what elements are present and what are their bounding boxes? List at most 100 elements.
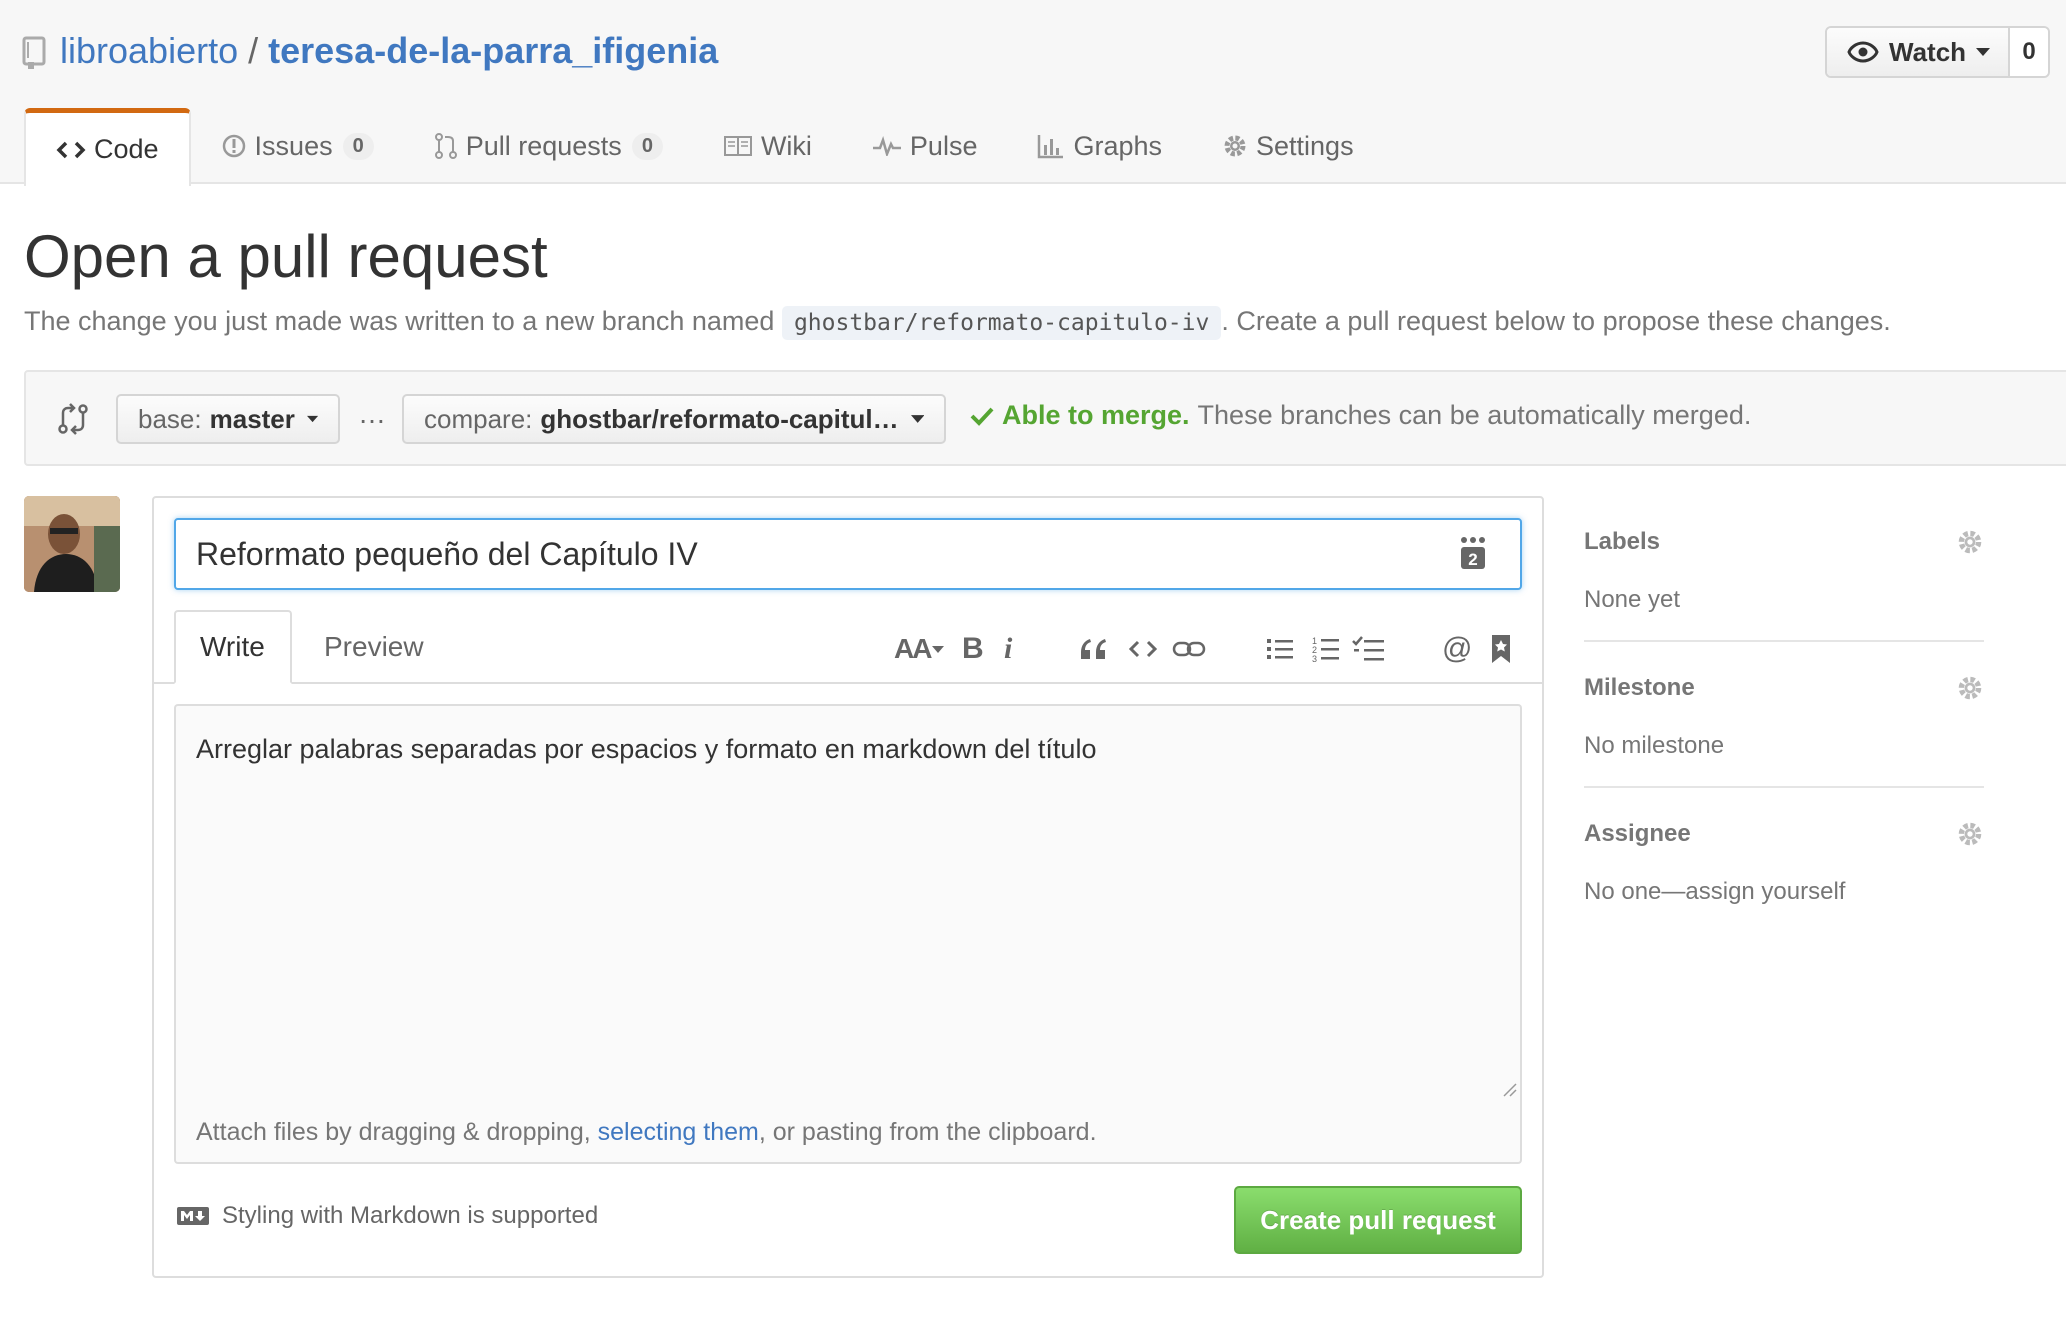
repo-breadcrumb: libroabierto / teresa-de-la-parra_ifigenia	[60, 28, 718, 74]
merge-status: Able to merge. These branches can be aut…	[970, 400, 1751, 431]
bold-label: B	[962, 632, 984, 665]
book-icon	[723, 136, 752, 156]
watch-button-group: Watch 0	[1825, 26, 2050, 78]
base-branch-value: master	[209, 403, 295, 434]
branch-name-code: ghostbar/reformato-capitulo-iv	[781, 306, 1222, 340]
tab-issues[interactable]: Issues 0	[191, 108, 404, 184]
tab-code[interactable]: Code	[24, 108, 191, 186]
sidebar-labels: Labels None yet	[1584, 528, 1984, 614]
tab-settings[interactable]: Settings	[1192, 108, 1384, 184]
tab-label: Wiki	[760, 130, 812, 161]
compare-prefix: compare:	[424, 403, 533, 434]
avatar[interactable]	[24, 496, 120, 592]
create-pull-request-button[interactable]: Create pull request	[1234, 1186, 1522, 1254]
gear-icon[interactable]	[1956, 674, 1984, 707]
check-icon	[970, 407, 994, 426]
labels-value: None yet	[1584, 586, 1681, 613]
task-list-button[interactable]	[1352, 632, 1386, 666]
chevron-down-icon	[910, 415, 924, 423]
tab-wiki[interactable]: Wiki	[693, 108, 842, 184]
sidebar-divider	[1584, 640, 1984, 642]
subtitle-text: The change you just made was written to …	[24, 306, 782, 336]
badge-count: 2	[1468, 550, 1477, 569]
gear-icon[interactable]	[1956, 820, 1984, 853]
markdown-note-text: Styling with Markdown is supported	[222, 1202, 599, 1229]
base-prefix: base:	[138, 403, 202, 434]
issues-counter: 0	[342, 132, 374, 160]
merge-ok-label: Able to merge.	[1002, 400, 1190, 430]
assignee-heading[interactable]: Assignee	[1584, 820, 1984, 848]
select-files-link[interactable]: selecting them	[598, 1118, 759, 1146]
gear-icon[interactable]	[1956, 528, 1984, 561]
watch-count[interactable]: 0	[2010, 28, 2048, 76]
calendar-badge-icon[interactable]: 2	[1458, 536, 1488, 575]
chevron-down-icon	[932, 645, 945, 653]
repo-owner-link[interactable]: libroabierto	[60, 30, 238, 71]
sidebar-divider	[1584, 786, 1984, 788]
graph-icon	[1038, 135, 1064, 159]
repo-icon	[22, 36, 48, 70]
file-attachment-bar[interactable]: Attach files by dragging & dropping, sel…	[174, 1100, 1522, 1164]
markdown-help-note[interactable]: Styling with Markdown is supported	[176, 1202, 598, 1230]
tab-graphs[interactable]: Graphs	[1007, 108, 1192, 184]
compare-branch-select[interactable]: compare: ghostbar/reformato-capitul…	[402, 394, 946, 444]
bulleted-list-button[interactable]	[1266, 632, 1294, 666]
tab-write[interactable]: Write	[174, 610, 292, 684]
header-text-button[interactable]: AA	[894, 632, 945, 666]
unordered-list-icon	[1267, 639, 1293, 659]
tab-label: Pulse	[909, 130, 978, 161]
page-title: Open a pull request	[24, 223, 548, 290]
bold-button[interactable]: B	[962, 632, 984, 666]
link-button[interactable]	[1172, 632, 1206, 666]
quote-button[interactable]	[1078, 632, 1108, 666]
mention-label: @	[1442, 632, 1473, 665]
markdown-icon	[177, 1207, 209, 1225]
attach-text-end: , or pasting from the clipboard.	[758, 1118, 1097, 1146]
title-input[interactable]	[174, 518, 1522, 590]
tab-pulse[interactable]: Pulse	[842, 108, 1008, 184]
sidebar-assignee: Assignee No one—assign yourself	[1584, 820, 1984, 906]
compare-branch-value: ghostbar/reformato-capitul…	[540, 403, 899, 434]
bookmark-icon	[1492, 635, 1510, 663]
page-subtitle: The change you just made was written to …	[24, 302, 1891, 342]
code-icon	[56, 141, 86, 158]
base-branch-select[interactable]: base: master	[116, 394, 340, 444]
numbered-list-button[interactable]: 123	[1312, 632, 1340, 666]
tab-label: Graphs	[1073, 130, 1163, 161]
milestone-heading[interactable]: Milestone	[1584, 674, 1984, 702]
watch-button[interactable]: Watch	[1827, 28, 2010, 76]
svg-text:3: 3	[1312, 654, 1317, 663]
ordered-list-icon: 123	[1312, 636, 1339, 663]
range-ellipsis: …	[358, 398, 386, 429]
header-text-label: AA	[894, 633, 932, 664]
milestone-value: No milestone	[1584, 732, 1725, 759]
link-icon	[1172, 641, 1206, 657]
tab-preview[interactable]: Preview	[300, 610, 448, 684]
assignee-value[interactable]: No one—assign yourself	[1584, 878, 1984, 906]
mention-button[interactable]: @	[1442, 632, 1472, 666]
pulse-icon	[872, 136, 901, 156]
range-editor: base: master … compare: ghostbar/reformato…	[24, 370, 2066, 466]
breadcrumb-separator: /	[248, 30, 259, 71]
attach-text: Attach files by dragging & dropping,	[196, 1118, 598, 1146]
task-list-icon	[1352, 636, 1384, 661]
labels-heading[interactable]: Labels	[1584, 528, 1984, 556]
gear-icon	[1224, 135, 1246, 157]
tab-pull-requests[interactable]: Pull requests 0	[404, 108, 693, 184]
italic-button[interactable]: i	[1004, 632, 1012, 666]
pull-requests-counter: 0	[631, 132, 663, 160]
merge-description: These branches can be automatically merg…	[1197, 400, 1752, 430]
repo-name-link[interactable]: teresa-de-la-parra_ifigenia	[268, 30, 718, 71]
saved-replies-button[interactable]	[1490, 632, 1512, 666]
quote-icon	[1081, 639, 1106, 659]
tab-label: Settings	[1256, 130, 1354, 161]
tab-label: Code	[94, 134, 159, 164]
code-icon	[1128, 640, 1158, 658]
italic-label: i	[1004, 632, 1013, 665]
repo-nav-tabs: Code Issues 0 Pull requests 0 Wiki Pulse…	[24, 108, 1384, 186]
sidebar-milestone: Milestone No milestone	[1584, 674, 1984, 760]
pull-request-icon	[434, 133, 457, 159]
chevron-down-icon	[1976, 48, 1991, 56]
body-textarea[interactable]: Arreglar palabras separadas por espacios…	[174, 704, 1522, 1102]
code-button[interactable]	[1128, 632, 1158, 666]
